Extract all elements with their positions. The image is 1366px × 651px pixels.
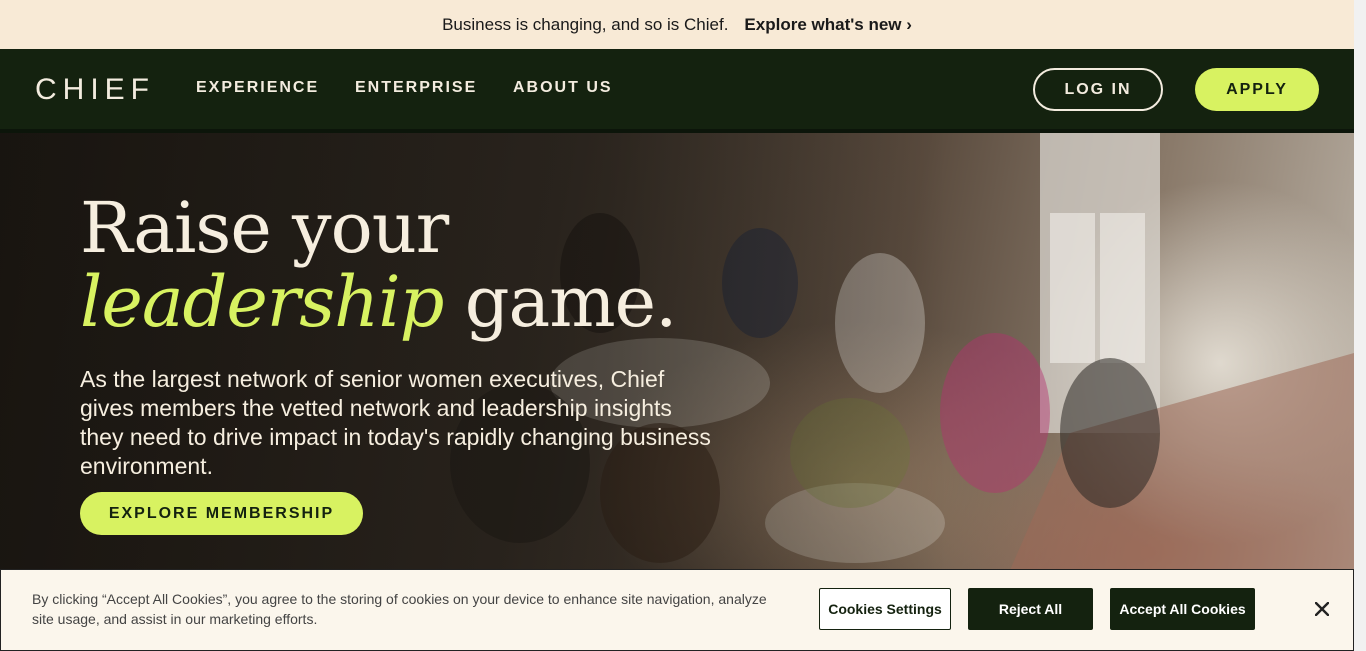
announcement-text: Business is changing, and so is Chief.: [442, 14, 729, 34]
nav-link-about-us[interactable]: ABOUT US: [513, 79, 613, 97]
cookies-settings-button[interactable]: Cookies Settings: [819, 588, 951, 630]
announcement-bar: Business is changing, and so is Chief. E…: [0, 0, 1354, 49]
explore-membership-button[interactable]: EXPLORE MEMBERSHIP: [80, 492, 363, 535]
headline-accent: leadership: [80, 261, 444, 343]
nav-link-experience[interactable]: EXPERIENCE: [196, 79, 319, 97]
explore-whats-new-link[interactable]: Explore what's new ›: [744, 15, 911, 35]
reject-all-button[interactable]: Reject All: [968, 588, 1093, 630]
close-icon[interactable]: [1311, 598, 1333, 620]
log-in-button[interactable]: LOG IN: [1033, 68, 1163, 111]
headline-line-2: leadership game.: [80, 267, 677, 337]
apply-button[interactable]: APPLY: [1195, 68, 1319, 111]
page: Business is changing, and so is Chief. E…: [0, 0, 1354, 651]
main-nav: CHIEF EXPERIENCE ENTERPRISE ABOUT US LOG…: [0, 49, 1354, 133]
headline-line-1: Raise your: [80, 187, 449, 269]
logo-text: CHIEF: [35, 73, 155, 103]
chief-logo[interactable]: CHIEF: [35, 73, 159, 103]
accept-all-cookies-button[interactable]: Accept All Cookies: [1110, 588, 1255, 630]
nav-link-enterprise[interactable]: ENTERPRISE: [355, 79, 477, 97]
page-scrollbar[interactable]: [1354, 0, 1366, 651]
hero-description: As the largest network of senior women e…: [80, 366, 711, 479]
cookie-banner: By clicking “Accept All Cookies”, you ag…: [0, 569, 1354, 651]
cookie-banner-text: By clicking “Accept All Cookies”, you ag…: [32, 591, 767, 627]
hero-section: Raise your leadership game. As the large…: [0, 133, 1354, 570]
close-icon-glyph: [1315, 602, 1329, 616]
headline-rest: game.: [464, 261, 678, 343]
